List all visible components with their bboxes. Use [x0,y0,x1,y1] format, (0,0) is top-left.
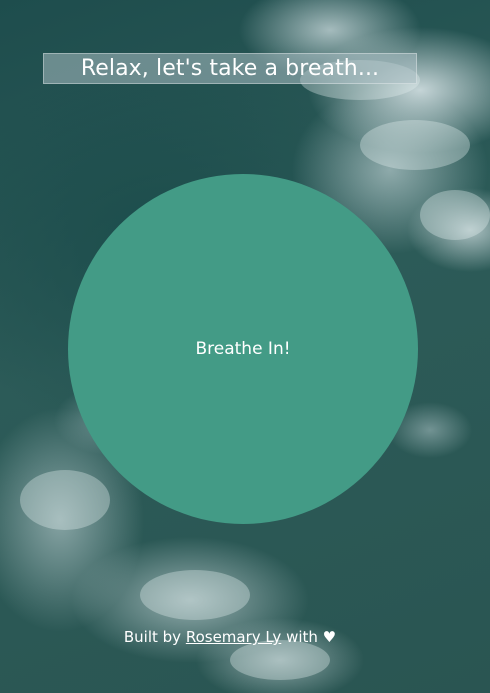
foam-patch [230,640,330,680]
page-title: Relax, let's take a breath... [80,56,380,81]
footer-credit: Built by Rosemary Ly with ♥ [0,628,460,646]
breathing-circle: Breathe In! [68,174,418,524]
heart-icon: ♥ [322,628,337,646]
title-banner: Relax, let's take a breath... [43,53,417,84]
foam-patch [360,120,470,170]
author-link[interactable]: Rosemary Ly [186,628,281,646]
foam-patch [420,190,490,240]
footer-suffix: with [286,628,318,646]
foam-patch [140,570,250,620]
breath-instruction: Breathe In! [195,339,291,359]
footer-prefix: Built by [123,628,182,646]
foam-patch [20,470,110,530]
